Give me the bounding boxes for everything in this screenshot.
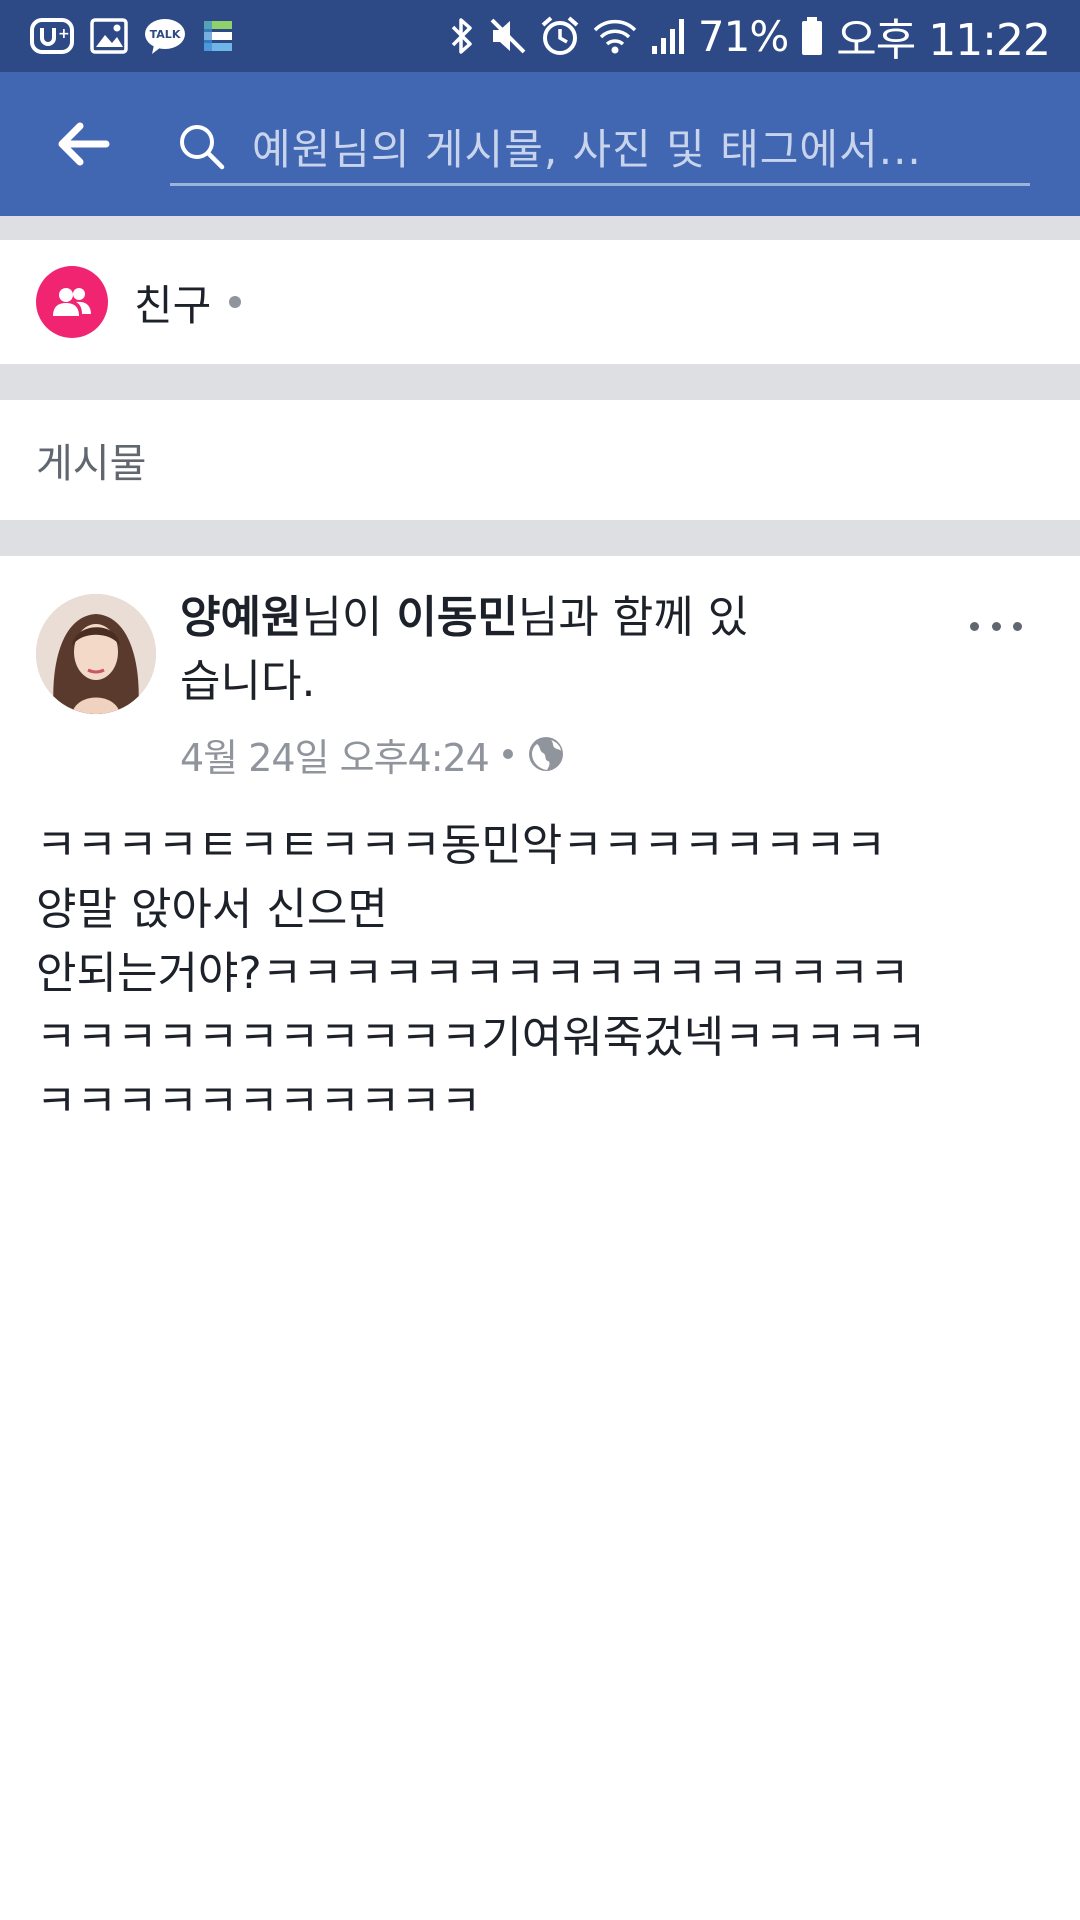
alarm-icon — [540, 15, 580, 57]
divider — [0, 216, 1080, 240]
battery-percent: 71% — [697, 11, 789, 61]
svg-text:TALK: TALK — [150, 28, 181, 41]
friends-icon — [36, 266, 108, 338]
search-header: 예원님의 게시물, 사진 및 태그에서... — [0, 72, 1080, 216]
friends-row[interactable]: 친구 — [0, 240, 1080, 364]
posts-section-header: 게시물 — [0, 400, 1080, 520]
post-body: ㅋㅋㅋㅋㅌㅋㅌㅋㅋㅋ동민악ㅋㅋㅋㅋㅋㅋㅋㅋ 양말 앉아서 신으면 안되는거야?ㅋ… — [36, 820, 927, 1127]
search-icon — [176, 119, 232, 175]
posts-label: 게시물 — [36, 441, 147, 487]
post-card: 양예원님이 이동민님과 함께 있습니다. 4월 24일 오후4:24 ㅋㅋㅋㅋㅌ… — [0, 556, 1080, 1920]
search-input[interactable]: 예원님의 게시물, 사진 및 태그에서... — [170, 110, 1030, 186]
title-mid: 님이 — [301, 592, 397, 643]
signal-icon — [650, 16, 686, 56]
bluetooth-icon — [448, 15, 476, 57]
notification-icons: + TALK — [30, 14, 234, 58]
wifi-icon — [592, 16, 638, 56]
svg-text:+: + — [58, 26, 70, 42]
separator-dot — [502, 749, 513, 759]
stack-app-icon — [202, 19, 234, 53]
back-arrow-icon — [58, 122, 110, 166]
kakaotalk-icon: TALK — [144, 17, 186, 55]
friends-label: 친구 — [134, 280, 212, 330]
mute-icon — [488, 16, 528, 56]
system-icons: 71% 오후 11:22 — [448, 10, 1051, 66]
post-timestamp[interactable]: 4월 24일 오후4:24 — [180, 727, 490, 782]
tagged-name[interactable]: 이동민 — [396, 592, 517, 643]
more-options-icon[interactable] — [966, 606, 1026, 646]
back-button[interactable] — [48, 112, 118, 176]
status-bar: + TALK 71% 오후 11:22 — [0, 0, 1080, 72]
divider — [0, 520, 1080, 556]
post-meta: 4월 24일 오후4:24 — [180, 726, 565, 782]
clock: 오후 11:22 — [836, 15, 1051, 66]
avatar[interactable] — [36, 594, 156, 714]
separator-dot — [229, 296, 242, 308]
search-placeholder: 예원님의 게시물, 사진 및 태그에서... — [252, 125, 922, 174]
battery-icon — [800, 16, 824, 56]
gallery-icon — [90, 17, 128, 55]
u-plus-icon: + — [30, 16, 74, 56]
divider — [0, 364, 1080, 400]
post-title: 양예원님이 이동민님과 함께 있습니다. — [180, 586, 770, 714]
globe-icon — [527, 735, 565, 773]
author-name[interactable]: 양예원 — [180, 592, 301, 643]
